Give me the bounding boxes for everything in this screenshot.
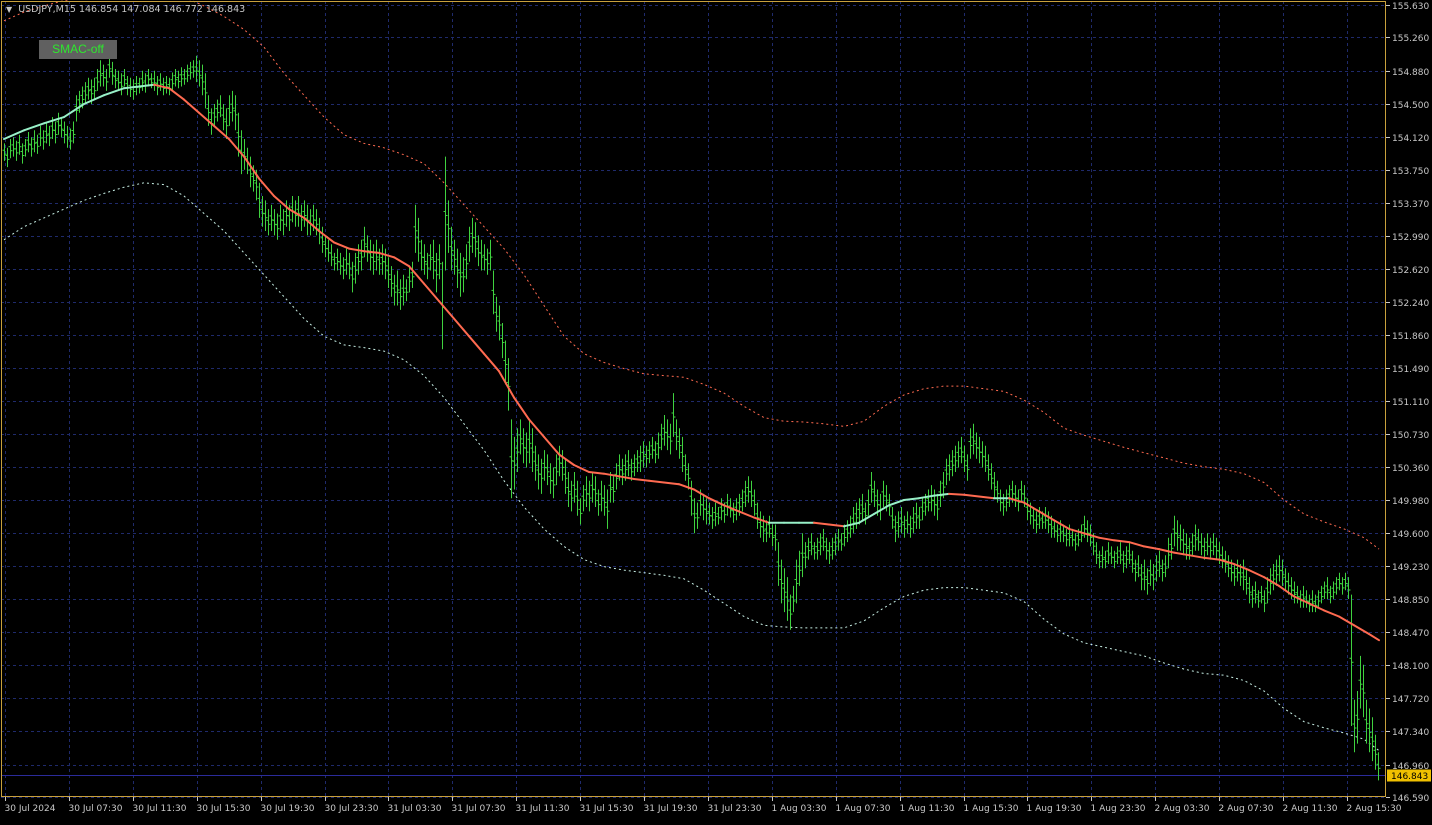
y-tick-label: 148.100: [1392, 662, 1429, 672]
x-tick-label: 2 Aug 03:30: [1155, 804, 1210, 814]
x-tick-label: 30 Jul 15:30: [197, 804, 251, 814]
y-tick-label: 155.630: [1392, 2, 1429, 12]
x-tick-label: 1 Aug 07:30: [836, 804, 891, 814]
ohlc-label: 146.854 147.084 146.772 146.843: [78, 4, 246, 15]
x-tick-label: 31 Jul 15:30: [580, 804, 634, 814]
x-tick-label: 30 Jul 11:30: [133, 804, 187, 814]
x-tick-label: 1 Aug 03:30: [772, 804, 827, 814]
y-tick-label: 151.490: [1392, 365, 1429, 375]
x-tick-label: 1 Aug 19:30: [1027, 804, 1082, 814]
x-tick-label: 31 Jul 03:30: [388, 804, 442, 814]
y-tick-label: 154.120: [1392, 134, 1429, 144]
y-tick-label: 149.230: [1392, 563, 1429, 573]
y-tick-label: 154.880: [1392, 68, 1429, 78]
price-chart[interactable]: 155.630 155.260 154.880 154.500 154.120 153.7…: [0, 0, 1432, 821]
x-tick-label: 1 Aug 15:30: [964, 804, 1019, 814]
y-tick-label: 150.730: [1392, 431, 1429, 441]
y-tick-label: 153.750: [1392, 167, 1429, 177]
symbol-label: USDJPY,M15: [18, 4, 76, 15]
chart-window: 155.630 155.260 154.880 154.500 154.120 153.7…: [0, 0, 1432, 821]
x-tick-label: 30 Jul 2024: [5, 804, 56, 814]
current-price-tag-label: 146.843: [1391, 772, 1428, 782]
x-tick-label: 1 Aug 23:30: [1091, 804, 1146, 814]
y-tick-label: 151.860: [1392, 332, 1429, 342]
x-tick-label: 31 Jul 23:30: [708, 804, 762, 814]
x-tick-label: 30 Jul 07:30: [69, 804, 123, 814]
moving-average-segment: [948, 492, 965, 496]
y-tick-label: 153.370: [1392, 200, 1429, 210]
x-tick-label: 2 Aug 11:30: [1283, 804, 1338, 814]
y-tick-label: 149.980: [1392, 497, 1429, 507]
x-tick-label: 31 Jul 11:30: [516, 804, 570, 814]
x-tick-label: 30 Jul 19:30: [261, 804, 315, 814]
y-tick-label: 148.850: [1392, 596, 1429, 606]
y-tick-label: 146.590: [1392, 794, 1429, 804]
x-tick-label: 2 Aug 07:30: [1219, 804, 1274, 814]
symbol-info: ▼ USDJPY,M15 146.854 147.084 146.772 146…: [6, 4, 245, 15]
y-tick-label: 154.500: [1392, 101, 1429, 111]
y-tick-label: 148.470: [1392, 629, 1429, 639]
smac-toggle-button[interactable]: SMAC-off: [39, 40, 117, 59]
y-tick-label: 152.620: [1392, 266, 1429, 276]
y-tick-label: 147.340: [1392, 728, 1429, 738]
y-tick-label: 149.600: [1392, 530, 1429, 540]
y-tick-label: 152.990: [1392, 233, 1429, 243]
x-tick-label: 31 Jul 07:30: [452, 804, 506, 814]
y-tick-label: 147.720: [1392, 695, 1429, 705]
x-tick-label: 2 Aug 15:30: [1347, 804, 1402, 814]
dropdown-triangle-icon[interactable]: ▼: [6, 5, 12, 14]
x-tick-label: 31 Jul 19:30: [644, 804, 698, 814]
y-tick-label: 151.110: [1392, 398, 1429, 408]
x-tick-label: 30 Jul 23:30: [325, 804, 379, 814]
y-tick-label: 155.260: [1392, 34, 1429, 44]
x-tick-label: 1 Aug 11:30: [900, 804, 955, 814]
y-tick-label: 150.360: [1392, 464, 1429, 474]
y-tick-label: 152.240: [1392, 299, 1429, 309]
